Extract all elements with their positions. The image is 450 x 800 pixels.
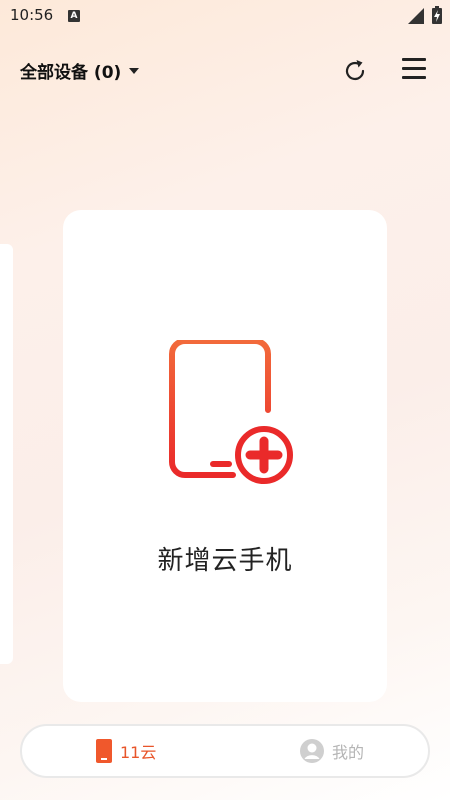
cloud-phone-icon bbox=[96, 739, 112, 763]
refresh-icon[interactable] bbox=[340, 56, 370, 86]
device-filter-label: 全部设备 (0) bbox=[20, 63, 122, 83]
caret-down-icon bbox=[129, 67, 140, 74]
tab-cloud[interactable]: 11云 bbox=[96, 726, 156, 776]
tab-mine-label: 我的 bbox=[332, 743, 365, 762]
tab-cloud-label: 11云 bbox=[120, 743, 157, 762]
side-card-peek[interactable] bbox=[0, 244, 13, 664]
phone-plus-icon bbox=[169, 340, 293, 484]
header: 全部设备 (0) bbox=[0, 52, 450, 88]
add-cloud-phone-card[interactable]: 新增云手机 bbox=[63, 210, 387, 702]
signal-icon bbox=[408, 8, 424, 24]
device-filter-dropdown[interactable]: 全部设备 (0) bbox=[20, 58, 140, 83]
a-icon: A bbox=[68, 10, 80, 22]
bottom-nav: 11云 我的 bbox=[20, 724, 430, 778]
card-title: 新增云手机 bbox=[157, 546, 293, 576]
battery-icon bbox=[432, 6, 442, 24]
menu-icon[interactable] bbox=[402, 58, 430, 82]
user-icon bbox=[300, 739, 324, 763]
tab-mine[interactable]: 我的 bbox=[300, 726, 364, 776]
status-bar: 10:56 A bbox=[0, 0, 450, 32]
status-time: 10:56 bbox=[10, 6, 54, 24]
